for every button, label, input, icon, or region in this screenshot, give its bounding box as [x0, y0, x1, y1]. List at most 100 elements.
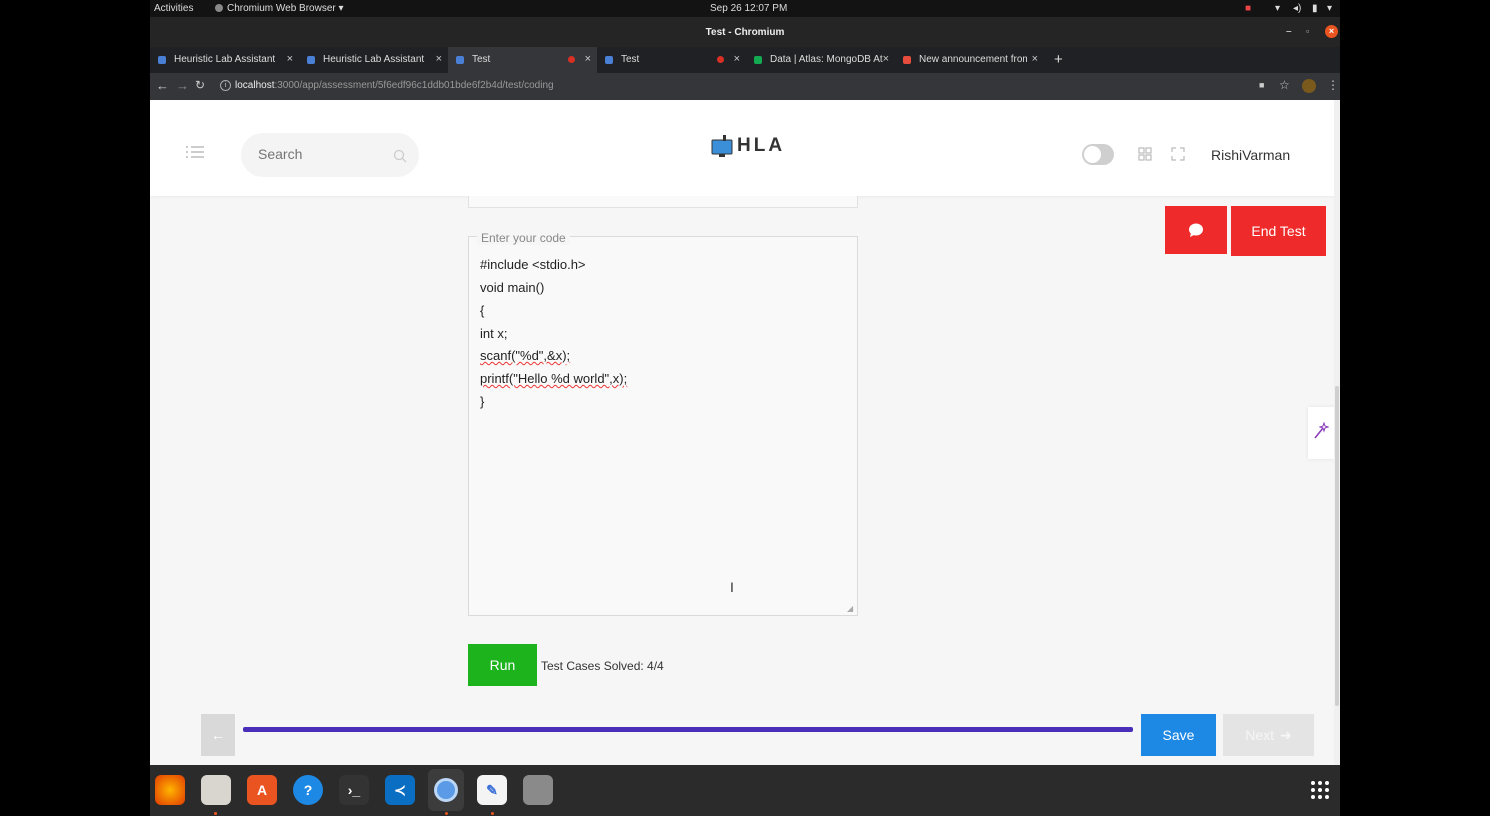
end-test-button[interactable]: End Test [1231, 206, 1326, 256]
cast-icon[interactable]: ■ [1259, 80, 1264, 90]
text-editor-icon[interactable]: ✎ [477, 775, 507, 805]
code-line: int x; [480, 326, 508, 341]
forward-icon[interactable]: → [176, 78, 189, 93]
tab-heuristic-1[interactable]: Heuristic Lab Assistant × [150, 47, 299, 73]
code-textarea[interactable]: #include <stdio.h> void main() { int x; … [469, 237, 857, 615]
battery-icon[interactable]: ▮ [1312, 3, 1318, 14]
system-menu-icon[interactable]: ▾ [1327, 3, 1332, 14]
back-icon[interactable]: ← [156, 78, 169, 93]
progress-fill [243, 727, 1133, 732]
minimize-icon[interactable]: – [1286, 26, 1292, 37]
code-line: void main() [480, 280, 545, 295]
tab-close-icon[interactable]: × [883, 53, 889, 65]
app-menu-label: Chromium Web Browser ▾ [227, 3, 344, 14]
tab-favicon-icon [307, 56, 315, 64]
close-window-icon[interactable]: × [1325, 25, 1338, 38]
search-icon[interactable] [393, 149, 407, 168]
scrollbar-thumb[interactable] [1335, 386, 1339, 706]
arrow-right-icon: ➜ [1280, 726, 1292, 743]
theme-toggle[interactable] [1082, 144, 1114, 165]
tab-heuristic-2[interactable]: Heuristic Lab Assistant × [299, 47, 448, 73]
address-bar-row: ← → ↻ i localhost:3000/app/assessment/5f… [150, 73, 1340, 100]
app-header: HLA RishiVarman [150, 100, 1340, 196]
chromium-icon [215, 4, 223, 12]
firefox-icon[interactable] [155, 775, 185, 805]
system-top-bar: Activities Chromium Web Browser ▾ Sep 26… [150, 0, 1340, 17]
url-field[interactable]: localhost:3000/app/assessment/5f6edf96c1… [235, 80, 554, 91]
software-store-icon[interactable]: A [247, 775, 277, 805]
tab-close-icon[interactable]: × [1032, 53, 1038, 65]
volume-icon[interactable]: ◂) [1293, 3, 1301, 14]
tab-test-active[interactable]: Test × [448, 47, 597, 73]
recording-icon [717, 56, 724, 63]
maximize-icon[interactable]: ▫ [1306, 26, 1309, 36]
tab-strip: Heuristic Lab Assistant × Heuristic Lab … [150, 47, 1340, 73]
tab-favicon-icon [456, 56, 464, 64]
tab-close-icon[interactable]: × [436, 53, 442, 65]
arrow-left-icon: ← [211, 727, 225, 743]
screen-record-icon[interactable]: ■ [1245, 3, 1251, 14]
files-icon[interactable] [201, 775, 231, 805]
tab-close-icon[interactable]: × [585, 53, 591, 65]
info-icon[interactable]: i [220, 80, 231, 91]
fullscreen-icon[interactable] [1171, 147, 1185, 166]
scrollbar-track[interactable] [1334, 100, 1340, 765]
test-cases-result: Test Cases Solved: 4/4 [541, 659, 664, 673]
progress-track [243, 727, 1133, 732]
logo-monitor-icon [711, 135, 733, 157]
menu-list-icon[interactable] [186, 145, 204, 164]
tab-close-icon[interactable]: × [287, 53, 293, 65]
clock[interactable]: Sep 26 12:07 PM [710, 3, 787, 14]
previous-button[interactable]: ← [201, 714, 235, 756]
resize-handle-icon[interactable]: ◢ [847, 604, 853, 613]
running-indicator [491, 812, 494, 815]
activities-button[interactable]: Activities [154, 3, 193, 14]
archive-icon[interactable] [523, 775, 553, 805]
tab-announcement[interactable]: New announcement from × [895, 47, 1044, 73]
bookmark-star-icon[interactable]: ☆ [1279, 78, 1290, 92]
chromium-dock-icon[interactable] [428, 769, 464, 811]
code-line: { [480, 303, 485, 318]
profile-avatar[interactable] [1302, 79, 1316, 93]
reload-icon[interactable]: ↻ [195, 78, 205, 92]
logo-text: HLA [737, 135, 786, 156]
username[interactable]: RishiVarman [1211, 147, 1290, 163]
tab-favicon-icon [158, 56, 166, 64]
url-host: localhost [235, 80, 275, 91]
chat-bubble-icon [1189, 223, 1203, 237]
text-cursor-icon: I [730, 579, 734, 595]
chat-button[interactable] [1165, 206, 1227, 254]
grid-apps-icon[interactable] [1138, 147, 1152, 166]
run-button[interactable]: Run [468, 644, 537, 686]
vscode-icon[interactable]: ≺ [385, 775, 415, 805]
app-menu[interactable]: Chromium Web Browser ▾ [215, 3, 344, 14]
tab-close-icon[interactable]: × [734, 53, 740, 65]
show-apps-icon[interactable] [1310, 780, 1330, 800]
next-button[interactable]: Next ➜ [1223, 714, 1314, 756]
dock: A ? ›_ ≺ ✎ [150, 765, 1340, 816]
code-line: } [480, 394, 485, 409]
browser-menu-icon[interactable]: ⋮ [1327, 78, 1339, 92]
recording-icon [568, 56, 575, 63]
new-tab-icon[interactable]: + [1054, 51, 1063, 68]
customizer-tab[interactable] [1308, 407, 1334, 459]
hla-logo: HLA [711, 134, 785, 158]
tab-favicon-icon [903, 56, 911, 64]
wifi-icon[interactable]: ▾ [1275, 3, 1280, 14]
magic-wand-icon [1314, 422, 1329, 439]
running-indicator [214, 812, 217, 815]
window-title: Test - Chromium [705, 27, 785, 38]
help-icon[interactable]: ? [293, 775, 323, 805]
url-path: :3000/app/assessment/5f6edf96c1ddb01bde6… [274, 80, 554, 91]
tab-mongodb[interactable]: Data | Atlas: MongoDB At × [746, 47, 895, 73]
search-input[interactable] [256, 145, 390, 163]
terminal-icon[interactable]: ›_ [339, 775, 369, 805]
app-page: HLA RishiVarman Enter your code #include… [150, 100, 1340, 765]
tab-label: New announcement from [919, 54, 1027, 65]
save-button[interactable]: Save [1141, 714, 1216, 756]
window-title-bar: Test - Chromium – ▫ × [150, 17, 1340, 47]
tab-test-2[interactable]: Test × [597, 47, 746, 73]
next-label: Next [1245, 727, 1275, 743]
running-indicator [445, 812, 448, 815]
previous-card-edge [468, 196, 858, 208]
